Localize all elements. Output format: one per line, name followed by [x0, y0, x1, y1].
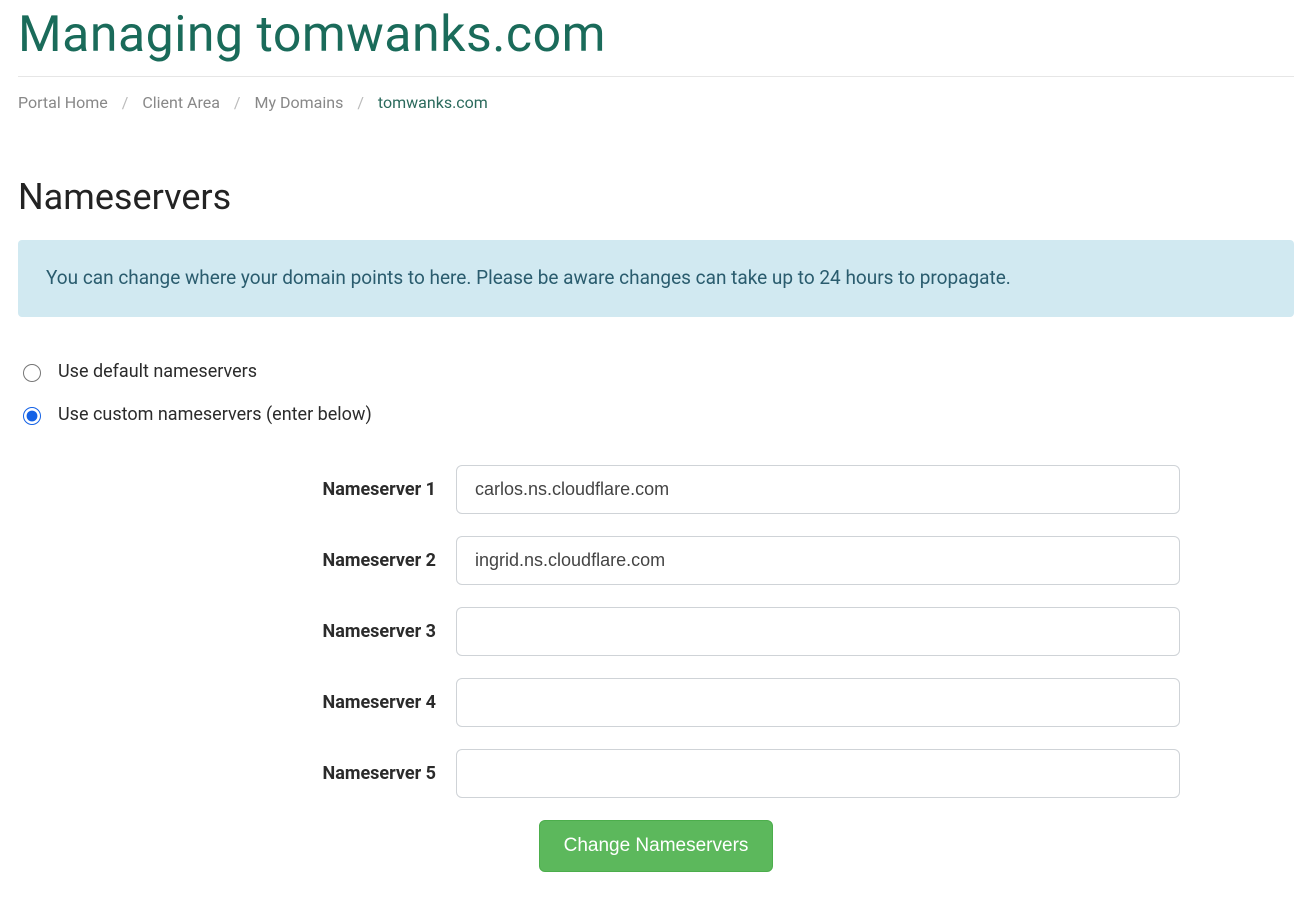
- nameserver-5-input[interactable]: [456, 749, 1180, 798]
- nameserver-5-label: Nameserver 5: [18, 763, 456, 784]
- nameserver-4-input[interactable]: [456, 678, 1180, 727]
- nameserver-3-input[interactable]: [456, 607, 1180, 656]
- nameserver-3-label: Nameserver 3: [18, 621, 456, 642]
- nameserver-1-input[interactable]: [456, 465, 1180, 514]
- form-row: Nameserver 5: [18, 749, 1294, 798]
- breadcrumb-separator: /: [347, 93, 374, 112]
- section-title: Nameservers: [18, 176, 1294, 218]
- page-title: Managing tomwanks.com: [18, 0, 1294, 77]
- radio-default-nameservers[interactable]: [23, 364, 41, 382]
- breadcrumb-current: tomwanks.com: [378, 93, 488, 112]
- nameserver-4-label: Nameserver 4: [18, 692, 456, 713]
- form-row: Nameserver 3: [18, 607, 1294, 656]
- form-row: Nameserver 1: [18, 465, 1294, 514]
- breadcrumb-link-portal-home[interactable]: Portal Home: [18, 93, 108, 112]
- radio-custom-nameservers[interactable]: [23, 407, 41, 425]
- form-row: Nameserver 4: [18, 678, 1294, 727]
- breadcrumb-separator: /: [112, 93, 139, 112]
- change-nameservers-button[interactable]: Change Nameservers: [539, 820, 774, 872]
- breadcrumb: Portal Home / Client Area / My Domains /…: [18, 77, 1294, 112]
- radio-custom-label[interactable]: Use custom nameservers (enter below): [58, 404, 372, 425]
- info-alert: You can change where your domain points …: [18, 240, 1294, 317]
- nameservers-form: Nameserver 1 Nameserver 2 Nameserver 3 N…: [18, 465, 1294, 872]
- form-row: Nameserver 2: [18, 536, 1294, 585]
- radio-default-label[interactable]: Use default nameservers: [58, 361, 257, 382]
- nameserver-2-input[interactable]: [456, 536, 1180, 585]
- nameserver-1-label: Nameserver 1: [18, 479, 456, 500]
- nameserver-2-label: Nameserver 2: [18, 550, 456, 571]
- breadcrumb-link-client-area[interactable]: Client Area: [142, 93, 220, 112]
- breadcrumb-separator: /: [224, 93, 251, 112]
- breadcrumb-link-my-domains[interactable]: My Domains: [255, 93, 344, 112]
